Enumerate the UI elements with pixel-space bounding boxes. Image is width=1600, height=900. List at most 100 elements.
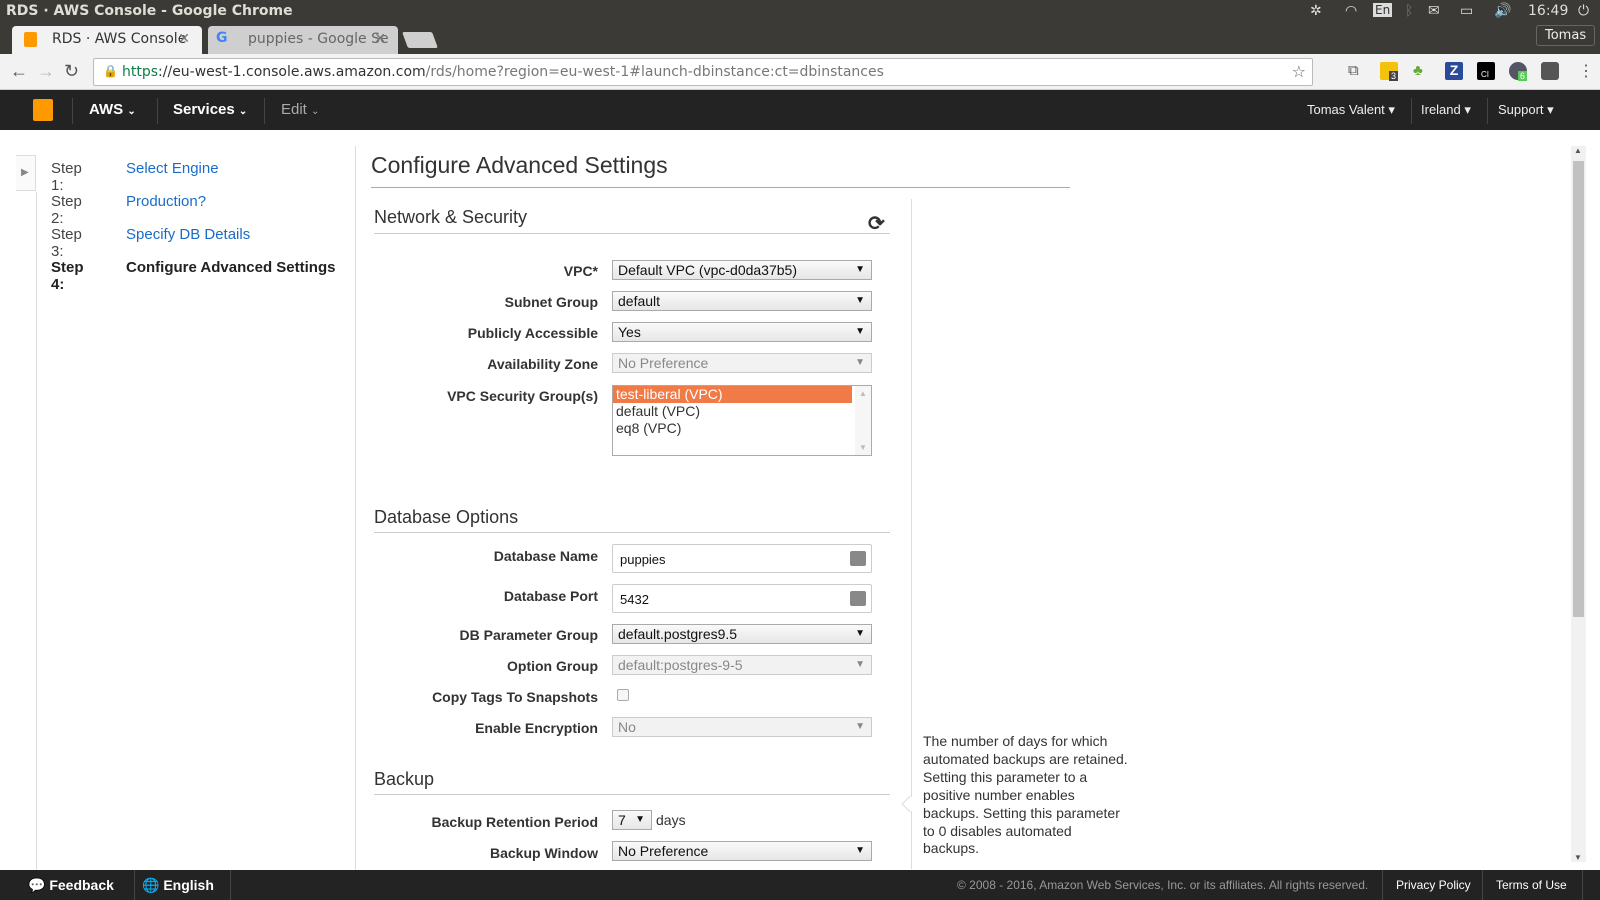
privacy-policy-link[interactable]: Privacy Policy <box>1396 878 1471 892</box>
scrollbar-thumb[interactable] <box>1573 161 1584 617</box>
services-menu[interactable]: Services ⌄ <box>173 101 247 118</box>
param-group-value: default.postgres9.5 <box>618 626 738 642</box>
menu-icon[interactable]: ⋮ <box>1578 61 1594 81</box>
section-divider <box>374 233 890 234</box>
tab-rds-console[interactable]: RDS · AWS Console ✕ <box>12 26 202 54</box>
step-number: Step 4: <box>51 259 84 293</box>
aws-menu[interactable]: AWS ⌄ <box>89 101 136 118</box>
vpc-select[interactable]: Default VPC (vpc-d0da37b5) ▼ <box>612 260 872 280</box>
forward-icon[interactable]: → <box>37 61 55 82</box>
backup-retention-select[interactable]: 7 ▼ <box>612 810 652 830</box>
language-button[interactable]: 🌐 English <box>142 877 214 894</box>
settings-icon[interactable]: ✲ <box>1310 3 1322 19</box>
listbox-scrollbar[interactable]: ▲ ▼ <box>855 386 871 455</box>
password-manager-icon[interactable] <box>850 591 866 606</box>
support-label: Support <box>1498 102 1544 117</box>
security-group-option[interactable]: test-liberal (VPC) <box>613 386 852 403</box>
close-tab-icon[interactable]: ✕ <box>178 31 190 47</box>
volume-icon[interactable]: 🔊 <box>1494 3 1511 19</box>
cast-icon[interactable]: ⧉ <box>1348 62 1366 80</box>
availability-zone-select[interactable]: No Preference ▼ <box>612 353 872 373</box>
region-menu[interactable]: Ireland ▾ <box>1421 102 1471 118</box>
db-parameter-group-label: DB Parameter Group <box>459 627 598 643</box>
bluetooth-icon[interactable]: ᛒ <box>1405 3 1413 19</box>
security-group-option[interactable]: eq8 (VPC) <box>613 420 852 437</box>
anchor-extension-icon[interactable]: 6 <box>1509 62 1528 81</box>
step-link[interactable]: Select Engine <box>126 160 219 177</box>
language-label: English <box>163 877 214 893</box>
publicly-accessible-label: Publicly Accessible <box>467 325 598 341</box>
url-input[interactable]: 🔒 https://eu-west-1.console.aws.amazon.c… <box>93 58 1313 86</box>
password-manager-icon[interactable] <box>850 551 866 566</box>
copy-tags-checkbox[interactable] <box>617 689 629 701</box>
reload-icon[interactable]: ↻ <box>64 61 79 82</box>
step-label: Configure Advanced Settings <box>126 259 336 276</box>
ci-extension-icon[interactable]: CI <box>1477 62 1495 80</box>
copyright: © 2008 - 2016, Amazon Web Services, Inc.… <box>957 878 1369 892</box>
extension-badge: 3 <box>1389 71 1399 81</box>
clock[interactable]: 16:49 <box>1528 3 1568 19</box>
extension-icon[interactable]: 3 <box>1380 62 1399 81</box>
page-title: Configure Advanced Settings <box>371 152 668 178</box>
help-pointer <box>901 795 919 813</box>
edit-menu[interactable]: Edit ⌄ <box>281 101 319 118</box>
help-divider <box>911 199 912 869</box>
region-label: Ireland <box>1421 102 1461 117</box>
sidebar-toggle-button[interactable]: ▶ <box>16 155 36 191</box>
user-menu[interactable]: Tomas Valent ▾ <box>1307 102 1395 118</box>
bonsai-extension-icon[interactable]: ♣ <box>1413 62 1431 80</box>
support-menu[interactable]: Support ▾ <box>1498 102 1554 118</box>
help-text: The number of days for which automated b… <box>923 733 1128 857</box>
database-name-input[interactable]: puppies <box>612 544 872 573</box>
keyboard-layout[interactable]: En <box>1373 3 1393 17</box>
power-icon[interactable]: ⏻ <box>1578 3 1589 19</box>
security-groups-listbox[interactable]: test-liberal (VPC) default (VPC) eq8 (VP… <box>612 385 872 456</box>
title-divider <box>371 187 1070 188</box>
close-tab-icon[interactable]: ✕ <box>374 31 386 47</box>
subnet-group-select[interactable]: default ▼ <box>612 291 872 311</box>
battery-icon[interactable]: ▭ <box>1460 3 1473 19</box>
enable-encryption-label: Enable Encryption <box>475 720 598 736</box>
public-value: Yes <box>618 324 641 340</box>
feedback-label: Feedback <box>49 877 114 893</box>
tab-google-search[interactable]: G puppies - Google Se ✕ <box>208 26 398 54</box>
url-scheme: https <box>122 64 159 80</box>
section-network-security: Network & Security <box>374 207 528 227</box>
backup-window-select[interactable]: No Preference ▼ <box>612 841 872 861</box>
db-parameter-group-select[interactable]: default.postgres9.5 ▼ <box>612 624 872 644</box>
step-number: Step 2: <box>51 193 82 227</box>
feedback-button[interactable]: 💬 Feedback <box>28 877 114 894</box>
publicly-accessible-select[interactable]: Yes ▼ <box>612 322 872 342</box>
terms-of-use-link[interactable]: Terms of Use <box>1496 878 1567 892</box>
url-host: ://eu-west-1.console.aws.amazon.com <box>158 64 426 80</box>
section-database-options: Database Options <box>374 507 519 527</box>
database-name-value: puppies <box>620 552 666 567</box>
step-link[interactable]: Specify DB Details <box>126 226 250 243</box>
globe-icon: 🌐 <box>142 877 160 893</box>
bookmark-star-icon[interactable]: ☆ <box>1292 62 1306 81</box>
security-groups-label: VPC Security Group(s) <box>447 388 598 404</box>
tab-label: puppies - Google Se <box>248 31 389 47</box>
wifi-icon[interactable]: ◠ <box>1345 3 1357 19</box>
pocket-icon[interactable] <box>1541 62 1559 80</box>
back-icon[interactable]: ← <box>10 61 28 82</box>
sidebar-divider <box>355 146 356 870</box>
sidebar-border <box>36 192 37 870</box>
google-favicon-icon: G <box>216 30 228 46</box>
services-label: Services <box>173 101 235 118</box>
tab-label: RDS · AWS Console <box>52 31 187 47</box>
aws-logo-icon[interactable] <box>33 99 53 121</box>
user-label: Tomas Valent <box>1307 102 1385 117</box>
option-group-select[interactable]: default:postgres-9-5 ▼ <box>612 655 872 675</box>
encryption-value: No <box>618 719 636 735</box>
extension-badge: 6 <box>1518 71 1528 81</box>
new-tab-button[interactable] <box>402 32 438 48</box>
profile-button[interactable]: Tomas <box>1536 25 1596 46</box>
z-extension-icon[interactable]: Z <box>1445 62 1463 80</box>
tab-bar: RDS · AWS Console ✕ G puppies - Google Se… <box>0 24 1600 54</box>
enable-encryption-select[interactable]: No ▼ <box>612 717 872 737</box>
step-link[interactable]: Production? <box>126 193 206 210</box>
database-port-input[interactable]: 5432 <box>612 584 872 613</box>
security-group-option[interactable]: default (VPC) <box>613 403 852 420</box>
mail-icon[interactable]: ✉ <box>1428 3 1440 19</box>
